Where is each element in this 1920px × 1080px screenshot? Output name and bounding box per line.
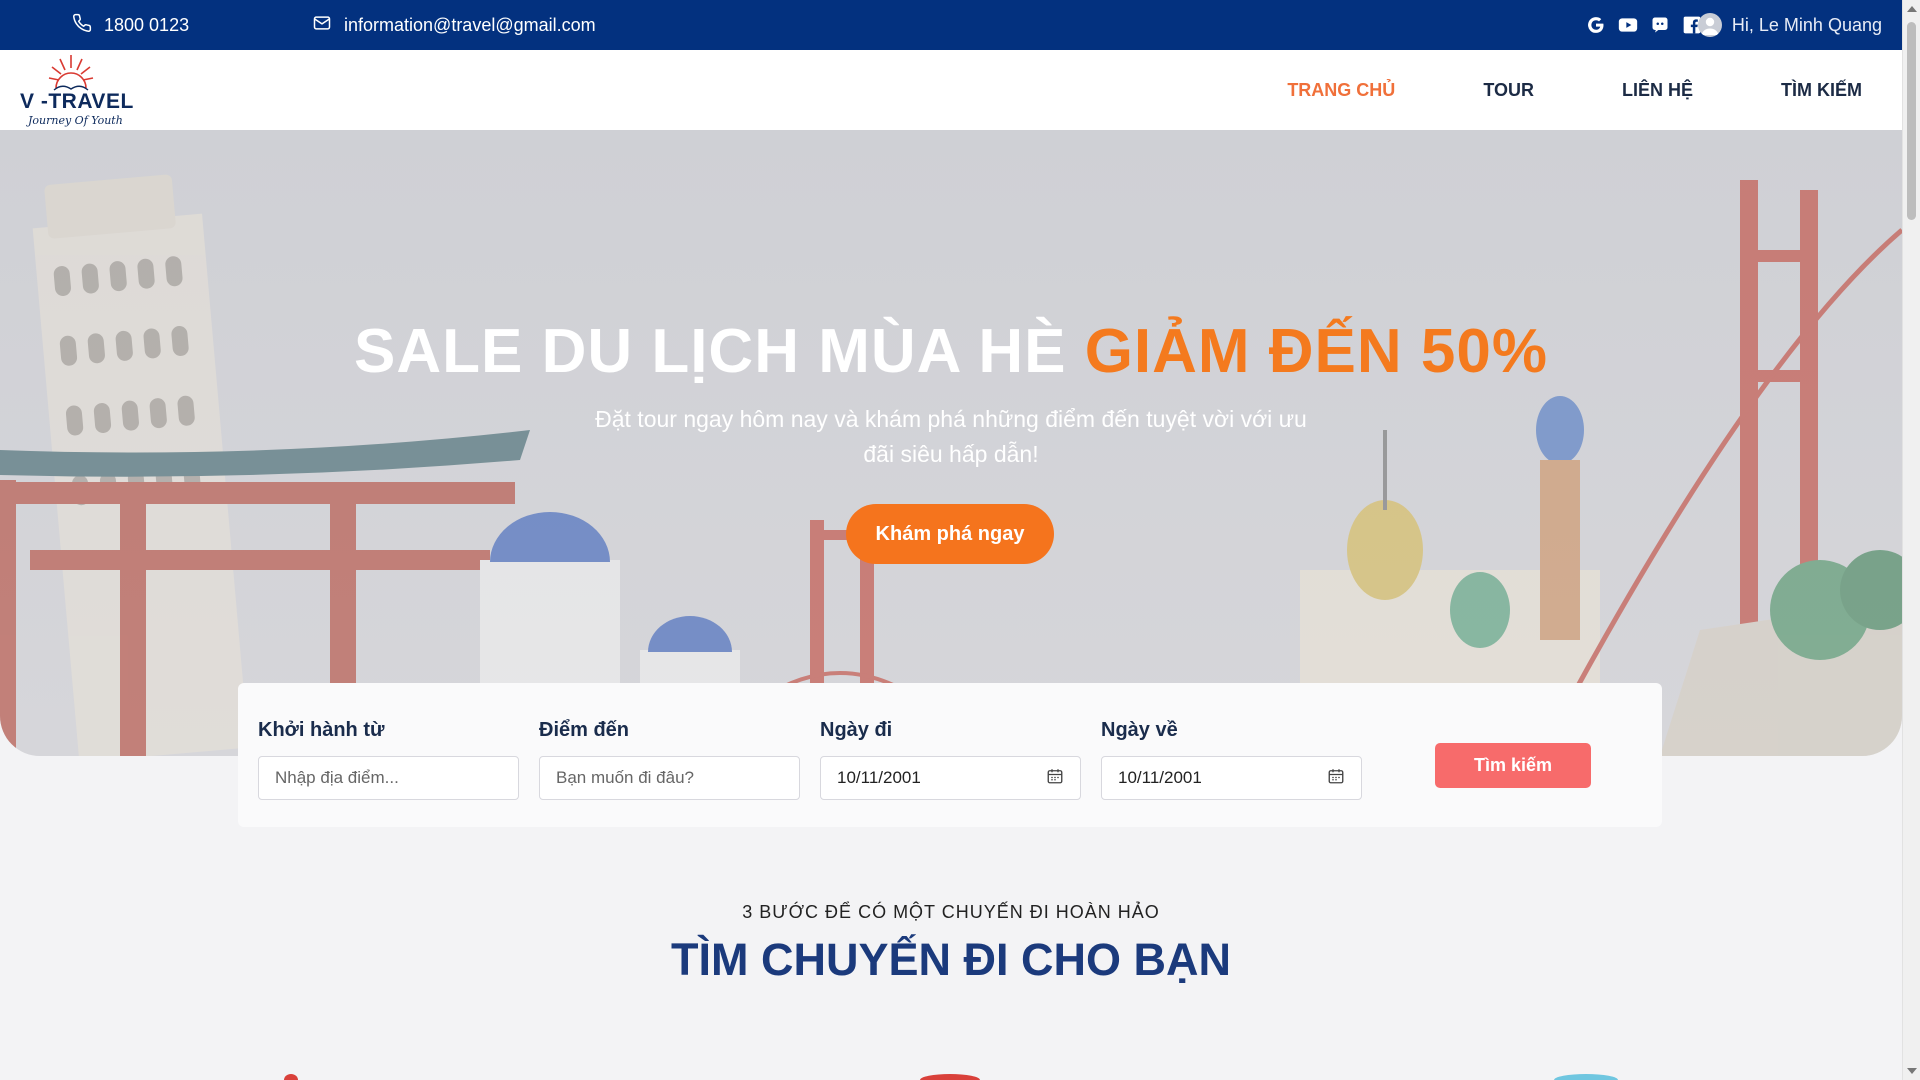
from-input[interactable] xyxy=(275,768,502,788)
hero-title: SALE DU LỊCH MÙA HÈ GIẢM ĐẾN 50% xyxy=(0,316,1902,387)
great-wall xyxy=(1660,550,1902,756)
nav-tour[interactable]: TOUR xyxy=(1483,80,1534,101)
step-icon-peek xyxy=(284,1074,298,1080)
step-icon-peek xyxy=(1554,1074,1618,1080)
to-input[interactable] xyxy=(556,768,783,788)
return-date-input[interactable]: 10/11/2001 xyxy=(1101,756,1362,800)
phone-contact[interactable]: 1800 0123 xyxy=(72,0,189,50)
discord-icon[interactable] xyxy=(1650,15,1670,35)
depart-label: Ngày đi xyxy=(820,719,893,741)
nav-search[interactable]: TÌM KIẾM xyxy=(1781,80,1862,101)
tour-search-form: Khởi hành từ Điểm đến Ngày đi 10/11/2001… xyxy=(238,683,1662,827)
scrollbar-thumb[interactable] xyxy=(1907,22,1916,220)
depart-field: Ngày đi 10/11/2001 xyxy=(820,719,1081,800)
youtube-icon[interactable] xyxy=(1618,15,1638,35)
hero-title-main: SALE DU LỊCH MÙA HÈ xyxy=(353,317,1085,386)
email-address: information@travel@gmail.com xyxy=(344,14,596,35)
from-label: Khởi hành từ xyxy=(258,719,385,741)
phone-icon xyxy=(72,13,92,38)
from-input-box[interactable] xyxy=(258,756,519,800)
hero-banner: SALE DU LỊCH MÙA HÈ GIẢM ĐẾN 50% Đặt tou… xyxy=(0,130,1902,756)
top-bar: 1800 0123 information@travel@gmail.com H… xyxy=(0,0,1902,50)
depart-date-input[interactable]: 10/11/2001 xyxy=(820,756,1081,800)
page-scrollbar[interactable] xyxy=(1902,0,1920,1080)
social-links xyxy=(1586,0,1702,50)
to-field: Điểm đến xyxy=(539,719,800,800)
step-icon-peek xyxy=(920,1074,980,1080)
brand-name: V -TRAVEL xyxy=(20,90,134,113)
brand-tagline: Journey Of Youth xyxy=(28,114,123,127)
search-button[interactable]: Tìm kiếm xyxy=(1435,743,1591,788)
hero-title-highlight: GIẢM ĐẾN 50% xyxy=(1084,317,1549,386)
nav-home[interactable]: TRANG CHỦ xyxy=(1287,80,1395,101)
section-kicker: 3 BƯỚC ĐỂ CÓ MỘT CHUYẾN ĐI HOÀN HẢO xyxy=(742,902,1160,922)
scroll-up-arrow-icon[interactable] xyxy=(1907,6,1917,12)
explore-now-button[interactable]: Khám phá ngay xyxy=(846,504,1054,564)
calendar-icon[interactable] xyxy=(1046,767,1064,790)
section-title: TÌM CHUYẾN ĐI CHO BẠN xyxy=(671,934,1231,985)
calendar-icon[interactable] xyxy=(1327,767,1345,790)
brand-logo[interactable]: V -TRAVEL Journey Of Youth xyxy=(18,52,133,128)
hero-subtitle: Đặt tour ngay hôm nay và khám phá những … xyxy=(595,406,1307,467)
from-field: Khởi hành từ xyxy=(258,719,519,800)
return-label: Ngày về xyxy=(1101,719,1178,741)
sun-logo-icon xyxy=(48,55,94,91)
mail-icon xyxy=(312,13,332,38)
user-greeting: Hi, Le Minh Quang xyxy=(1731,14,1882,35)
depart-date-value: 10/11/2001 xyxy=(837,768,921,787)
phone-number: 1800 0123 xyxy=(104,14,190,35)
email-contact[interactable]: information@travel@gmail.com xyxy=(312,0,596,50)
return-field: Ngày về 10/11/2001 xyxy=(1101,719,1362,800)
google-icon[interactable] xyxy=(1586,15,1606,35)
avatar xyxy=(1697,13,1722,37)
return-date-value: 10/11/2001 xyxy=(1118,768,1202,787)
main-nav: TRANG CHỦ TOUR LIÊN HỆ TÌM KIẾM xyxy=(1199,50,1862,130)
main-navbar: V -TRAVEL Journey Of Youth TRANG CHỦ TOU… xyxy=(0,50,1902,130)
user-menu[interactable]: Hi, Le Minh Quang xyxy=(1697,0,1882,50)
nav-contact[interactable]: LIÊN HỆ xyxy=(1622,80,1693,101)
scroll-down-arrow-icon[interactable] xyxy=(1907,1068,1917,1074)
to-input-box[interactable] xyxy=(539,756,800,800)
to-label: Điểm đến xyxy=(539,719,630,741)
